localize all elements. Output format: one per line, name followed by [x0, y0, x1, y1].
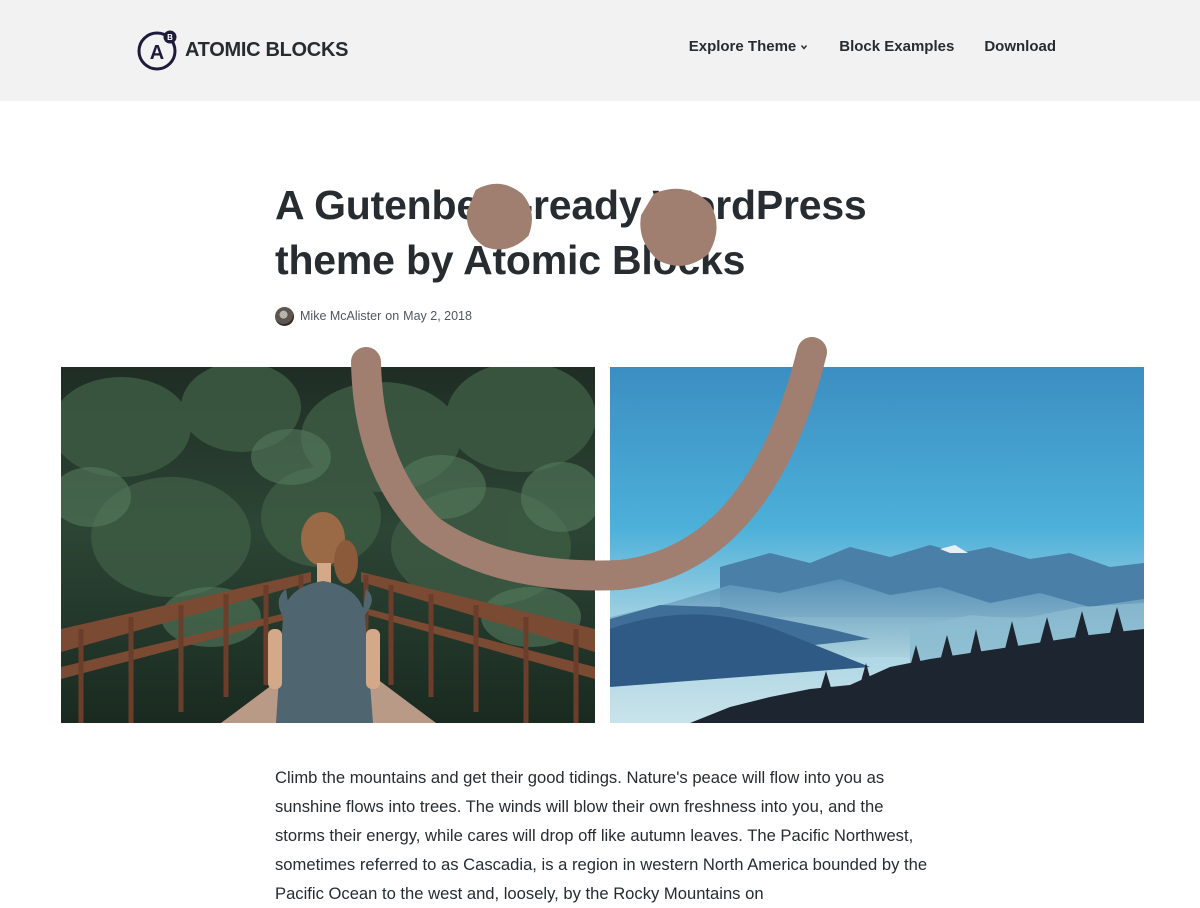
- post-date-link[interactable]: May 2, 2018: [403, 309, 472, 323]
- site-title: ATOMIC BLOCKS: [185, 38, 349, 61]
- author-link[interactable]: Mike McAlister: [300, 309, 381, 323]
- site-logo-link[interactable]: A B ATOMIC BLOCKS: [137, 29, 348, 71]
- misty-mountains-photo-icon: [610, 367, 1144, 723]
- date-prefix: on: [385, 309, 400, 323]
- nav-item-explore-theme[interactable]: Explore Theme: [689, 38, 810, 55]
- forest-bridge-photo[interactable]: [61, 367, 595, 723]
- nav-item-label: Explore Theme: [688, 38, 797, 55]
- post-meta: Mike McAlister on May 2, 2018: [275, 306, 472, 326]
- author-avatar[interactable]: [275, 306, 294, 326]
- primary-navigation: Explore Theme Block Examples Download: [689, 38, 1056, 55]
- atomic-blocks-logo-icon: A B: [137, 30, 177, 71]
- misty-mountains-photo[interactable]: [610, 367, 1144, 723]
- nav-item-block-examples[interactable]: Block Examples: [839, 38, 954, 55]
- nav-item-download[interactable]: Download: [984, 38, 1056, 55]
- post-title: A Gutenberg-ready WordPress theme by Ato…: [275, 182, 867, 283]
- nav-item-label: Download: [984, 38, 1056, 55]
- chevron-down-icon: [801, 44, 808, 50]
- logo-sub-letter: B: [167, 33, 173, 42]
- forest-bridge-photo-icon: [61, 367, 595, 723]
- site-header: A B ATOMIC BLOCKS Explore Theme Block Ex…: [0, 0, 1200, 101]
- image-gallery: [61, 367, 1144, 723]
- nav-item-label: Block Examples: [839, 38, 955, 55]
- post-body: Climb the mountains and get their good t…: [275, 768, 928, 903]
- logo-letter: A: [150, 42, 164, 64]
